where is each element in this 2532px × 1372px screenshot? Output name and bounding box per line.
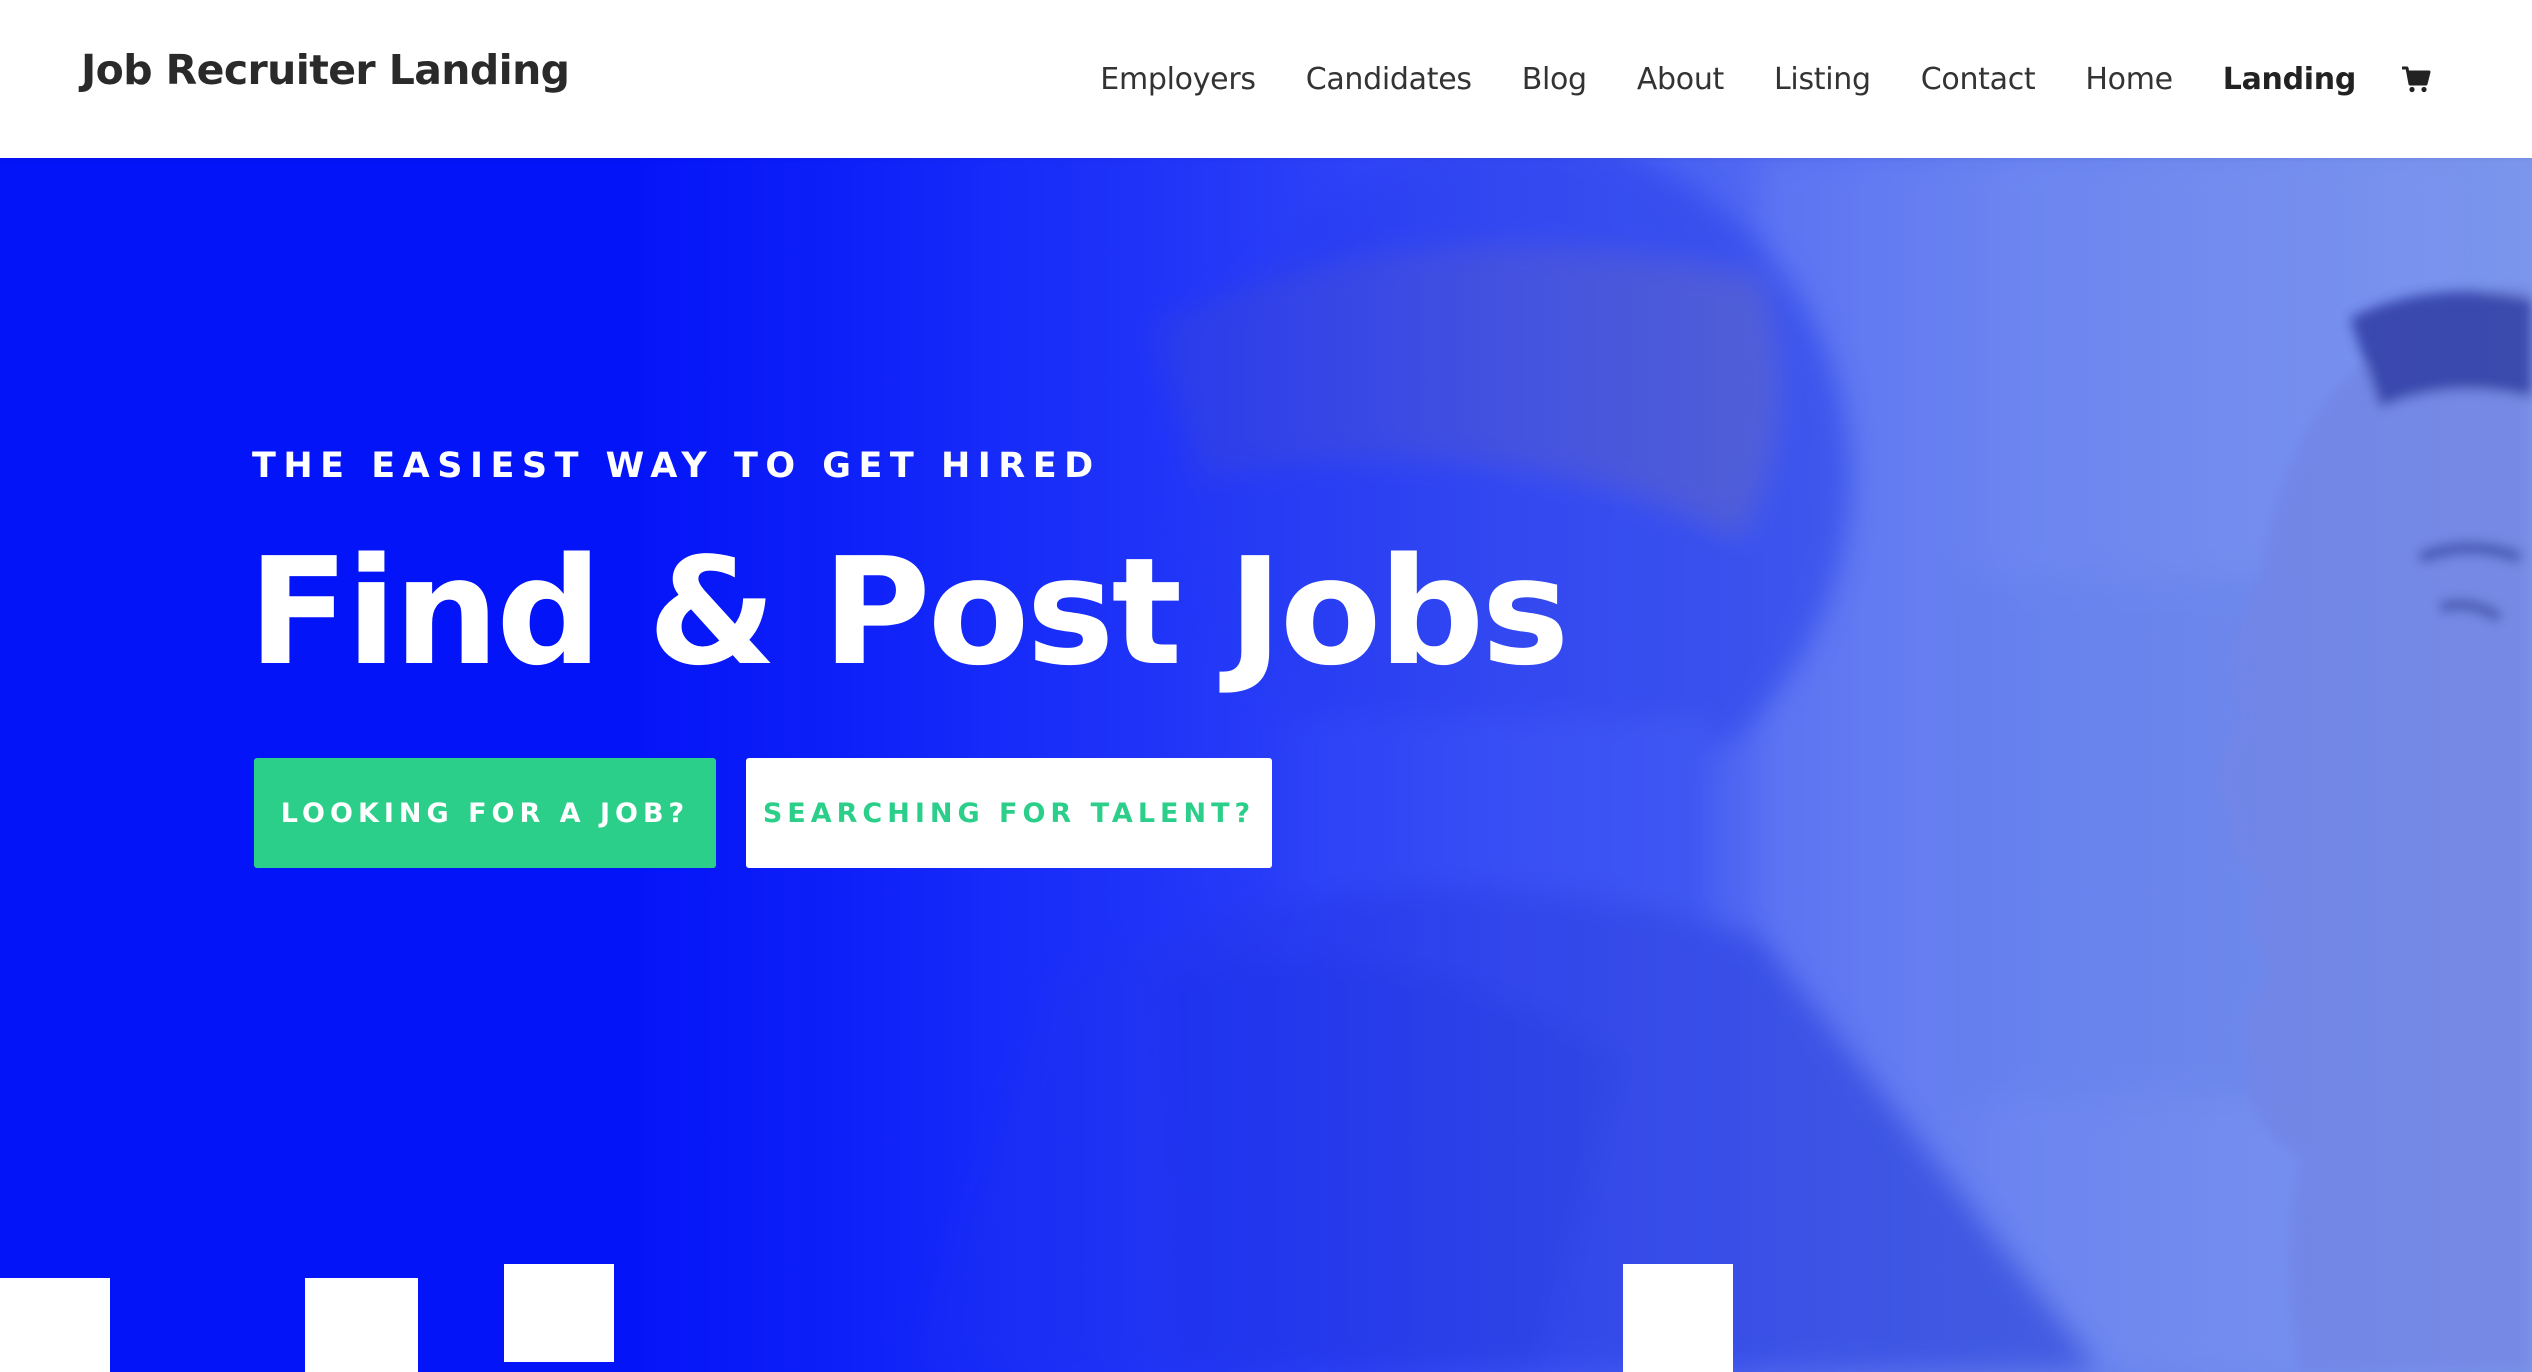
nav-item-employers[interactable]: Employers xyxy=(1100,62,1256,97)
decorative-square xyxy=(1623,1264,1733,1372)
nav-item-blog[interactable]: Blog xyxy=(1522,62,1587,97)
nav-item-landing[interactable]: Landing xyxy=(2223,62,2357,97)
nav-item-home[interactable]: Home xyxy=(2085,62,2173,97)
main-nav: Employers Candidates Blog About Listing … xyxy=(1050,0,2432,158)
hero-eyebrow: THE EASIEST WAY TO GET HIRED xyxy=(252,446,1101,486)
site-header: Job Recruiter Landing Employers Candidat… xyxy=(0,0,2532,158)
decorative-square xyxy=(504,1264,614,1362)
decorative-square xyxy=(0,1278,110,1372)
searching-for-talent-button[interactable]: SEARCHING FOR TALENT? xyxy=(746,758,1272,868)
site-logo[interactable]: Job Recruiter Landing xyxy=(81,46,570,94)
nav-item-candidates[interactable]: Candidates xyxy=(1306,62,1472,97)
shopping-cart-icon[interactable] xyxy=(2400,63,2432,95)
looking-for-job-button[interactable]: LOOKING FOR A JOB? xyxy=(254,758,716,868)
nav-item-listing[interactable]: Listing xyxy=(1774,62,1871,97)
hero-section: THE EASIEST WAY TO GET HIRED Find & Post… xyxy=(0,158,2532,1372)
nav-item-contact[interactable]: Contact xyxy=(1921,62,2036,97)
decorative-square xyxy=(305,1278,418,1372)
hero-headline: Find & Post Jobs xyxy=(248,526,1570,698)
nav-item-about[interactable]: About xyxy=(1637,62,1725,97)
